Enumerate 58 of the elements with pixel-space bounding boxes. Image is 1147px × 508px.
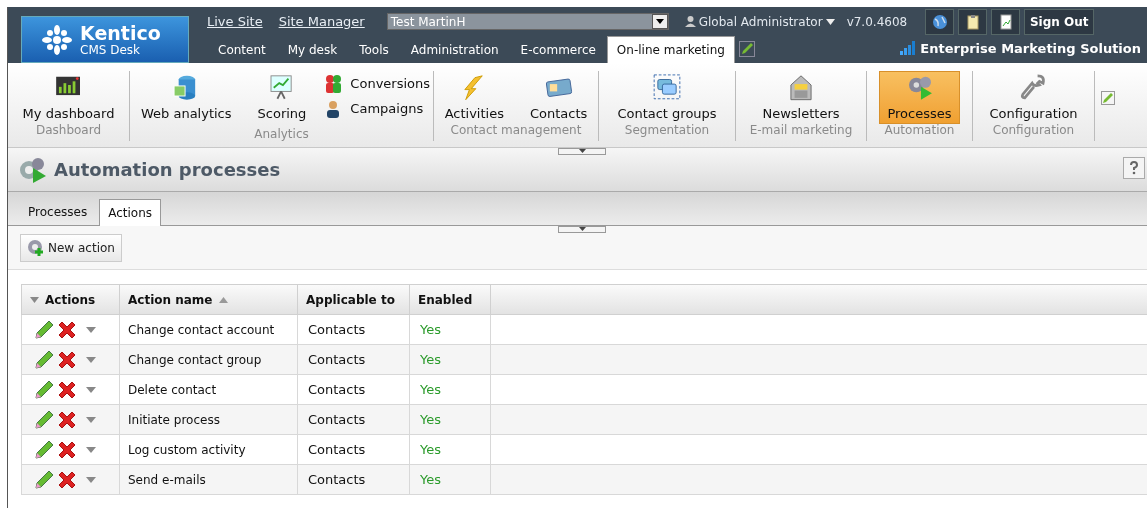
table-cell: Send e-mails (119, 464, 298, 495)
logo-subtitle: CMS Desk (80, 43, 141, 56)
table-cell: Change contact group (119, 344, 298, 375)
ribbon-group-label: Analytics (254, 126, 309, 143)
tab[interactable]: Processes (18, 198, 98, 225)
table-cell: Contacts (297, 344, 410, 375)
main-tab[interactable]: On-line marketing (606, 36, 735, 63)
ribbon-button[interactable]: Configuration (981, 71, 1086, 124)
sign-out-button[interactable]: Sign Out (1024, 8, 1095, 35)
column-header[interactable]: Actions (21, 284, 120, 315)
table-cell: Change contact account (119, 314, 298, 345)
table-cell: Yes (409, 344, 491, 375)
table-cell: Initiate process (119, 404, 298, 435)
page-title: Automation processes (54, 158, 281, 182)
new-action-button[interactable]: New action (20, 233, 122, 262)
ribbon-group-label: Segmentation (624, 122, 710, 139)
ribbon-group-label: Contact management (450, 122, 582, 139)
ribbon-button[interactable]: Scoring (249, 71, 315, 124)
ribbon-button[interactable]: Contacts (521, 71, 596, 124)
table-cell: Delete contact (119, 374, 298, 405)
ribbon-button[interactable]: Activities (436, 71, 512, 124)
main-tab[interactable]: Administration (399, 36, 510, 63)
column-header[interactable]: Applicable to (297, 284, 410, 315)
ribbon-button[interactable]: Newsletters (754, 71, 848, 124)
column-header[interactable]: Action name (119, 284, 298, 315)
table-cell: Yes (409, 434, 491, 465)
ribbon-button[interactable]: Processes (879, 71, 960, 124)
main-tab[interactable]: Tools (348, 36, 400, 63)
table-cell: Yes (409, 464, 491, 495)
ribbon-button[interactable]: Contact groups (609, 71, 725, 124)
ribbon-group-label: Configuration (992, 122, 1075, 139)
ribbon-group-label: Automation (884, 122, 955, 139)
nav-link[interactable]: Live Site (207, 11, 263, 32)
ribbon-button[interactable]: Campaigns (324, 99, 431, 119)
user-menu[interactable]: Global Administrator (684, 12, 835, 31)
ribbon-button[interactable]: Web analytics (132, 71, 240, 124)
table-cell: Contacts (297, 434, 410, 465)
version-label: v7.0.4608 (846, 13, 908, 31)
nav-link[interactable]: Site Manager (278, 11, 365, 32)
table-cell: Contacts (297, 464, 410, 495)
tab[interactable]: Actions (99, 199, 161, 226)
table-cell: Yes (409, 374, 491, 405)
table-cell: Contacts (297, 374, 410, 405)
table-cell: Contacts (297, 314, 410, 345)
table-cell: Log custom activity (119, 434, 298, 465)
ribbon-group-label: E-mail marketing (749, 122, 853, 139)
edition-label: Enterprise Marketing Solution (920, 39, 1141, 58)
logo-name: Kentico (80, 23, 161, 43)
main-tab[interactable]: E-commerce (509, 36, 607, 63)
ribbon-button[interactable]: Conversions (324, 74, 431, 94)
ribbon-button[interactable]: My dashboard (14, 71, 123, 124)
main-tab[interactable]: Content (207, 36, 277, 63)
table-cell: Yes (409, 404, 491, 435)
table-cell: Contacts (297, 404, 410, 435)
ribbon-group-label: Dashboard (35, 122, 102, 139)
main-tab[interactable]: My desk (276, 36, 349, 63)
column-header[interactable]: Enabled (409, 284, 491, 315)
table-cell: Yes (409, 314, 491, 345)
